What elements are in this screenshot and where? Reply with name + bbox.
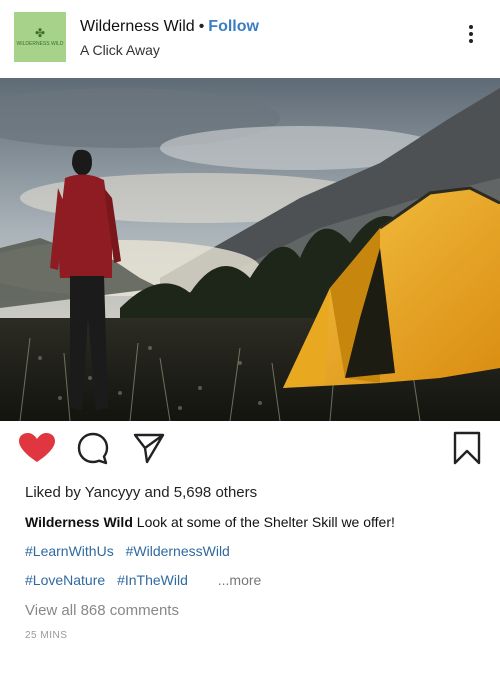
- post-caption: Wilderness Wild Look at some of the Shel…: [25, 514, 485, 530]
- save-button[interactable]: [450, 431, 484, 465]
- likes-summary: Liked by Yancyyy and 5,698 others: [25, 484, 257, 501]
- account-line: Wilderness Wild • Follow: [80, 18, 259, 36]
- caption-text: Look at some of the Shelter Skill we off…: [136, 514, 395, 530]
- like-button[interactable]: [18, 432, 56, 464]
- share-button[interactable]: [132, 431, 166, 465]
- bookmark-icon: [453, 431, 481, 465]
- hashtag-link[interactable]: #WildernessWild: [126, 543, 230, 559]
- hashtag-line-2: #LoveNature #InTheWild ...more: [25, 572, 261, 588]
- post-timestamp: 25 MINS: [25, 630, 68, 641]
- send-icon: [133, 433, 165, 464]
- separator-dot: •: [198, 18, 205, 35]
- avatar[interactable]: ✤ WILDERNESS WILD: [14, 12, 66, 62]
- caption-author[interactable]: Wilderness Wild: [25, 514, 133, 530]
- more-link[interactable]: ...more: [218, 572, 262, 588]
- likes-connector: and: [144, 484, 170, 501]
- hashtag-link[interactable]: #InTheWild: [117, 572, 188, 588]
- more-vertical-icon[interactable]: [466, 22, 476, 48]
- comment-icon: [77, 432, 109, 465]
- hashtag-link[interactable]: #LearnWithUs: [25, 543, 114, 559]
- account-subtitle: A Click Away: [80, 42, 160, 58]
- hashtag-line-1: #LearnWithUs #WildernessWild: [25, 543, 238, 559]
- hiker-and-tent-photo: [0, 78, 500, 421]
- likes-prefix: Liked by: [25, 484, 81, 501]
- post-photo[interactable]: [0, 78, 500, 421]
- post-header: ✤ WILDERNESS WILD Wilderness Wild • Follow…: [0, 0, 500, 79]
- post-actions: [0, 428, 500, 468]
- avatar-logo-text: WILDERNESS WILD: [16, 41, 64, 47]
- liked-by-user[interactable]: Yancyyy: [85, 484, 141, 501]
- hashtag-link[interactable]: #LoveNature: [25, 572, 105, 588]
- wilderness-logo-icon: ✤: [34, 26, 46, 40]
- likes-others[interactable]: 5,698 others: [174, 484, 257, 501]
- heart-filled-icon: [19, 433, 55, 462]
- instagram-post: ✤ WILDERNESS WILD Wilderness Wild • Follow…: [0, 0, 500, 675]
- view-comments-link[interactable]: View all 868 comments: [25, 602, 179, 619]
- comment-button[interactable]: [76, 431, 110, 465]
- account-name[interactable]: Wilderness Wild: [80, 18, 195, 35]
- follow-button[interactable]: Follow: [208, 18, 259, 35]
